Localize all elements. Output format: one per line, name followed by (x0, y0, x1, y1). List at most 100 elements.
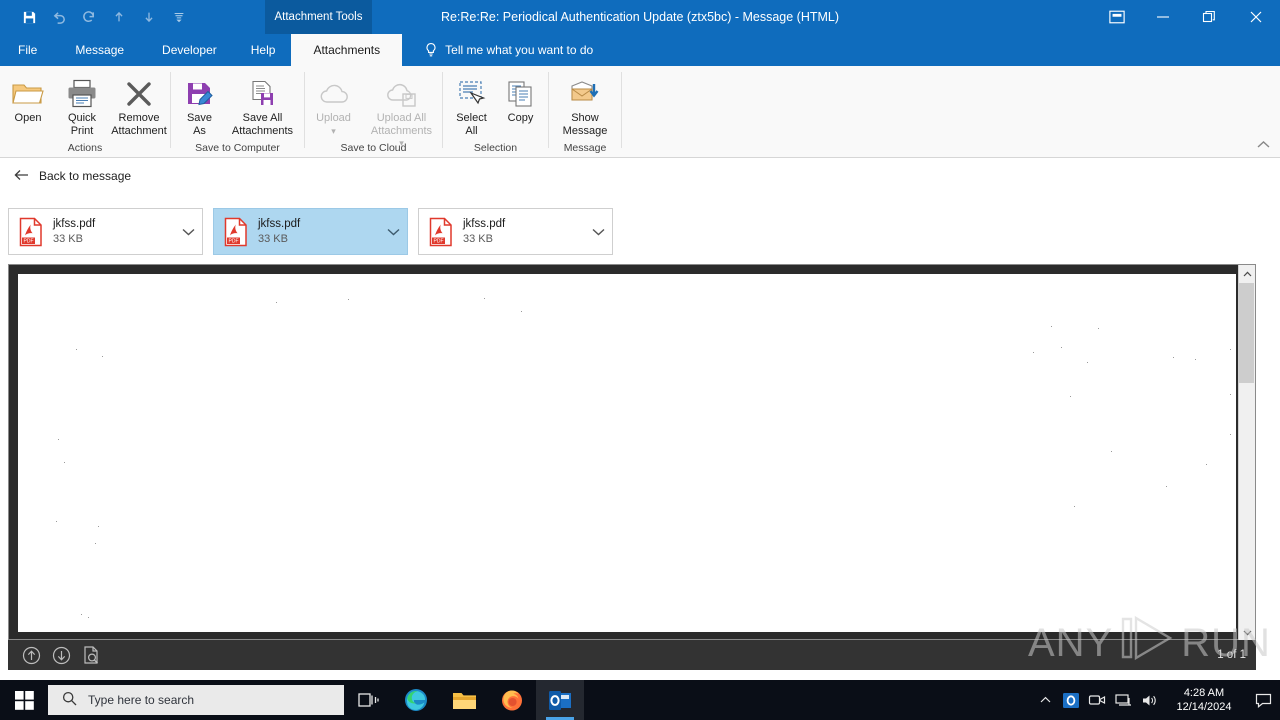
open-attachment-button[interactable]: Open (0, 72, 56, 125)
quick-access-toolbar (0, 0, 194, 34)
quick-print-button[interactable]: Quick Print (56, 72, 108, 137)
pdf-page-canvas (18, 274, 1236, 632)
upload-all-attachments-button[interactable]: Upload All Attachments ▾ (362, 72, 442, 150)
ribbon: Open Quick Print Remove Attachment Actio… (0, 66, 1280, 158)
quick-print-label: Quick Print (68, 112, 96, 137)
clock-date: 12/14/2024 (1176, 701, 1232, 713)
ribbon-separator (621, 72, 622, 148)
attachment-chip[interactable]: PDF jkfss.pdf 33 KB (418, 208, 613, 255)
pdf-file-icon: PDF (428, 217, 454, 247)
search-icon (62, 691, 77, 709)
chevron-down-icon[interactable] (385, 223, 401, 241)
save-all-attachments-button[interactable]: Save All Attachments (225, 72, 301, 137)
restore-button[interactable] (1186, 0, 1232, 34)
upload-all-label-line1: Upload All (376, 112, 427, 124)
select-all-label: Select All (456, 112, 487, 137)
printer-icon (66, 74, 98, 108)
close-button[interactable] (1232, 0, 1280, 34)
next-item-icon[interactable] (134, 4, 164, 30)
action-center-icon[interactable] (1246, 680, 1280, 720)
attachment-size: 33 KB (463, 233, 493, 245)
tab-help[interactable]: Help (235, 34, 292, 66)
ribbon-display-options-button[interactable] (1094, 0, 1140, 34)
svg-text:PDF: PDF (24, 238, 34, 244)
collapse-ribbon-button[interactable] (1254, 135, 1272, 153)
remove-attachment-label-line2: Attachment (111, 124, 167, 137)
upload-label-line1: Upload (316, 112, 351, 124)
file-explorer-icon[interactable] (440, 680, 488, 720)
scroll-down-button[interactable] (1239, 624, 1256, 641)
next-page-button[interactable] (50, 644, 72, 666)
tell-me-label: Tell me what you want to do (445, 43, 594, 57)
upload-button[interactable]: Upload ▾ (306, 72, 362, 137)
previous-page-button[interactable] (20, 644, 42, 666)
attachment-size: 33 KB (53, 233, 83, 245)
chevron-down-icon[interactable] (590, 223, 606, 241)
copy-label: Copy (507, 112, 534, 124)
tab-file[interactable]: File (0, 34, 55, 66)
outlook-message-window: Attachment Tools Re:Re:Re: Periodical Au… (0, 0, 1280, 720)
save-as-label-line2: As (193, 124, 206, 137)
start-button[interactable] (0, 680, 48, 720)
upload-dropdown-chevron-icon[interactable]: ▾ (331, 126, 336, 136)
chevron-down-icon[interactable] (180, 223, 196, 241)
ribbon-group-save-to-cloud: Upload ▾ Upload All Attachments ▾ Save t… (305, 66, 442, 158)
attachment-meta: jkfss.pdf 33 KB (463, 217, 581, 246)
back-arrow-icon (14, 169, 29, 183)
show-hidden-icons-icon[interactable] (1032, 680, 1058, 720)
search-input[interactable]: Type here to search (48, 685, 344, 715)
show-message-label-line2: Message (562, 124, 608, 137)
cloud-upload-icon (318, 74, 350, 108)
attachment-chip[interactable]: PDF jkfss.pdf 33 KB (8, 208, 203, 255)
tab-message[interactable]: Message (55, 34, 144, 66)
save-all-attachments-label-line1: Save All (242, 112, 283, 124)
copy-button[interactable]: Copy (497, 72, 545, 125)
remove-attachment-label: Remove Attachment (111, 112, 167, 137)
save-as-label-line1: Save (186, 112, 213, 124)
scroll-up-button[interactable] (1239, 265, 1256, 282)
ribbon-group-save-to-cloud-label: Save to Cloud (340, 142, 407, 154)
tab-attachments[interactable]: Attachments (291, 34, 403, 66)
pdf-file-icon: PDF (18, 217, 44, 247)
remove-x-icon (124, 74, 154, 108)
volume-icon[interactable] (1136, 680, 1162, 720)
page-view-search-button[interactable] (80, 644, 102, 666)
remove-attachment-button[interactable]: Remove Attachment (108, 72, 170, 137)
save-as-button[interactable]: Save As (175, 72, 225, 137)
tab-developer[interactable]: Developer (144, 34, 235, 66)
back-to-message-label: Back to message (39, 169, 132, 183)
outlook-tray-icon[interactable] (1058, 680, 1084, 720)
minimize-button[interactable] (1140, 0, 1186, 34)
outlook-icon[interactable] (536, 680, 584, 720)
task-view-icon[interactable] (344, 680, 392, 720)
tell-me-search[interactable]: Tell me what you want to do (402, 34, 593, 66)
ribbon-group-selection: Select All Copy Selection (443, 66, 548, 158)
meet-now-icon[interactable] (1084, 680, 1110, 720)
clock-time: 4:28 AM (1183, 687, 1225, 699)
select-all-label-line1: Select (456, 112, 487, 124)
show-message-label: Show Message (563, 112, 608, 137)
show-message-button[interactable]: Show Message (554, 72, 616, 137)
save-icon[interactable] (14, 4, 44, 30)
ribbon-group-message: Show Message Message (549, 66, 621, 158)
undo-icon[interactable] (44, 4, 74, 30)
attachment-chip[interactable]: PDF jkfss.pdf 33 KB (213, 208, 408, 255)
scrollbar-thumb[interactable] (1239, 283, 1254, 383)
upload-label: Upload ▾ (316, 112, 351, 137)
attachment-preview-pane (8, 264, 1256, 641)
microsoft-edge-icon[interactable] (392, 680, 440, 720)
previous-item-icon[interactable] (104, 4, 134, 30)
window-controls (1094, 0, 1280, 34)
back-to-message-button[interactable]: Back to message (0, 159, 1280, 193)
contextual-tab-header: Attachment Tools (265, 0, 372, 34)
customize-quick-access-icon[interactable] (164, 4, 194, 30)
clock[interactable]: 4:28 AM 12/14/2024 (1162, 680, 1246, 720)
firefox-icon[interactable] (488, 680, 536, 720)
attachment-name: jkfss.pdf (53, 218, 96, 230)
windows-taskbar: Type here to search 4:28 AM 12/14/2024 (0, 680, 1280, 720)
select-all-button[interactable]: Select All (447, 72, 497, 137)
page-indicator: 1 of 1 (1217, 649, 1246, 661)
network-icon[interactable] (1110, 680, 1136, 720)
redo-icon[interactable] (74, 4, 104, 30)
save-as-icon (185, 74, 215, 108)
